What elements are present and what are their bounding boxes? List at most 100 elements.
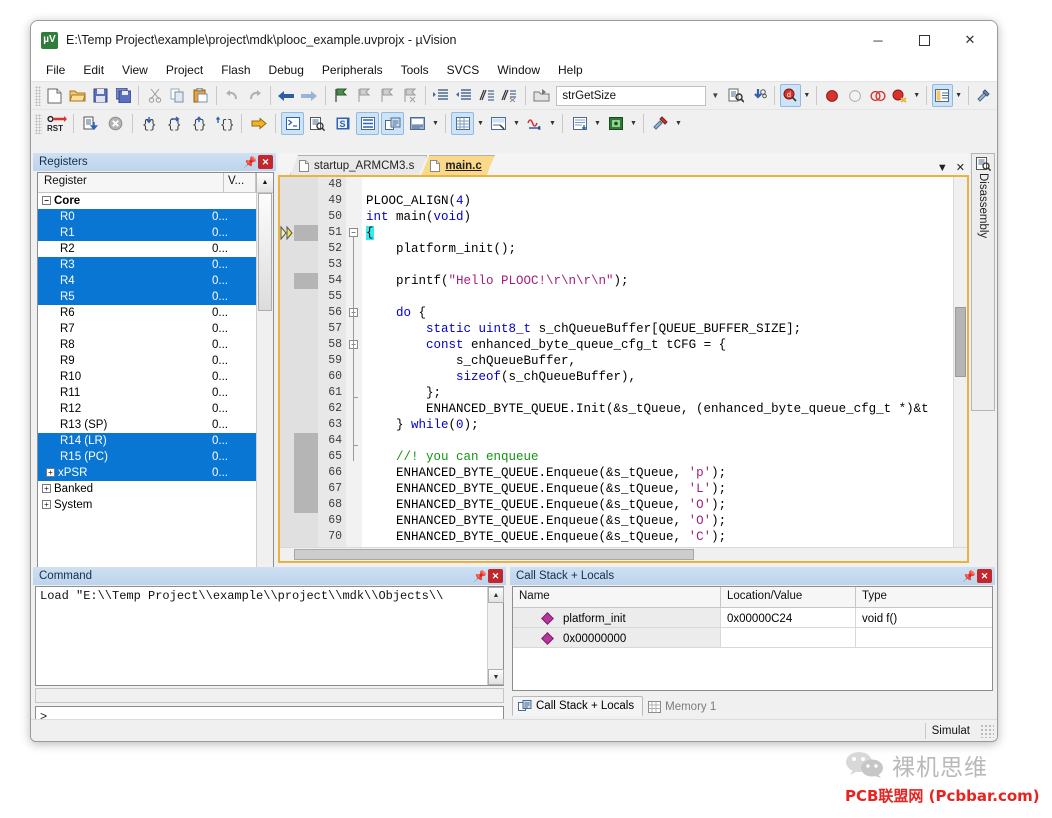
editor-code-line[interactable]: } while(0); (366, 417, 479, 433)
editor-debug-margin[interactable] (280, 177, 294, 561)
insert-breakpoint-marker-icon[interactable] (748, 84, 769, 107)
menu-view[interactable]: View (113, 61, 157, 79)
breakpoint-list-icon[interactable] (890, 84, 911, 107)
register-row[interactable]: + System (38, 497, 256, 513)
call-stack-row[interactable]: platform_init 0x00000C24 void f() (513, 608, 992, 628)
register-row[interactable]: R2 0... (38, 241, 256, 257)
bookmark-toggle-icon[interactable] (331, 84, 352, 107)
register-row[interactable]: R5 0... (38, 289, 256, 305)
pin-icon[interactable]: 📌 (961, 568, 977, 584)
uncomment-lines-icon[interactable] (499, 84, 520, 107)
column-location-value[interactable]: Location/Value (721, 587, 856, 607)
navigate-back-icon[interactable] (276, 84, 297, 107)
chevron-down-icon[interactable]: ▼ (937, 162, 948, 174)
editor-code-line[interactable]: ENHANCED_BYTE_QUEUE.Enqueue(&s_tQueue, '… (366, 497, 726, 513)
editor-code-line[interactable]: ENHANCED_BYTE_QUEUE.Enqueue(&s_tQueue, '… (366, 481, 726, 497)
plus-box-icon[interactable]: + (42, 500, 51, 510)
register-row[interactable]: R9 0... (38, 353, 256, 369)
editor-code-line[interactable]: const enhanced_byte_queue_cfg_t tCFG = { (366, 337, 726, 353)
menu-window[interactable]: Window (488, 61, 549, 79)
editor-tab-startup[interactable]: startup_ARMCM3.s (290, 155, 427, 175)
menu-help[interactable]: Help (549, 61, 592, 79)
editor-code-line[interactable]: PLOOC_ALIGN(4) (366, 193, 471, 209)
run-to-cursor-icon[interactable]: {} (213, 112, 236, 135)
copy-icon[interactable] (167, 84, 188, 107)
chevron-down-icon[interactable]: ▼ (802, 84, 812, 107)
bookmark-marker-icon[interactable] (531, 84, 552, 107)
disassembly-window-icon[interactable] (306, 112, 329, 135)
menu-debug[interactable]: Debug (260, 61, 313, 79)
step-into-icon[interactable]: {} (138, 112, 161, 135)
editor-fold-margin[interactable]: −−− (346, 177, 362, 561)
symbol-search-combo[interactable]: strGetSize ▼ (552, 85, 724, 106)
column-register[interactable]: Register (38, 173, 224, 192)
menu-tools[interactable]: Tools (392, 61, 438, 79)
command-output[interactable]: Load "E:\\Temp Project\\example\\project… (35, 586, 504, 686)
indent-right-icon[interactable] (431, 84, 452, 107)
undo-icon[interactable] (222, 84, 243, 107)
editor-code-line[interactable]: { (366, 225, 374, 241)
disable-breakpoint-icon[interactable] (844, 84, 865, 107)
scroll-up-arrow-icon[interactable]: ▲ (256, 173, 273, 192)
editor-code-area[interactable]: PLOOC_ALIGN(4) int main(void){ platform_i… (362, 177, 967, 561)
editor-code-line[interactable]: ENHANCED_BYTE_QUEUE.Enqueue(&s_tQueue, '… (366, 513, 726, 529)
paste-icon[interactable] (190, 84, 211, 107)
symbol-search-input[interactable]: strGetSize (556, 85, 707, 106)
chevron-down-icon[interactable]: ▼ (430, 112, 441, 135)
step-out-icon[interactable]: {} (188, 112, 211, 135)
maximize-button[interactable] (901, 21, 947, 59)
menu-project[interactable]: Project (157, 61, 212, 79)
new-file-icon[interactable] (44, 84, 65, 107)
editor-code-line[interactable]: printf("Hello PLOOC!\r\n\r\n"); (366, 273, 629, 289)
project-window-icon[interactable] (931, 84, 953, 107)
register-row[interactable]: R6 0... (38, 305, 256, 321)
scrollbar-thumb[interactable] (258, 193, 272, 311)
command-vertical-scrollbar[interactable]: ▲ ▼ (487, 587, 504, 685)
editor-code-line[interactable]: sizeof(s_chQueueBuffer), (366, 369, 636, 385)
save-all-icon[interactable] (113, 84, 134, 107)
editor-code-line[interactable]: ENHANCED_BYTE_QUEUE.Enqueue(&s_tQueue, '… (366, 465, 726, 481)
resize-grip-icon[interactable] (980, 723, 994, 738)
register-row[interactable]: R0 0... (38, 209, 256, 225)
disassembly-side-tab[interactable]: Disassembly (971, 153, 995, 411)
toolbar-grip[interactable] (35, 113, 42, 134)
column-type[interactable]: Type (856, 587, 992, 607)
close-icon[interactable]: ✕ (258, 155, 273, 169)
chevron-down-icon[interactable]: ▼ (628, 112, 639, 135)
close-icon[interactable]: ✕ (977, 569, 992, 583)
register-row[interactable]: R12 0... (38, 401, 256, 417)
kill-all-breakpoints-icon[interactable] (867, 84, 888, 107)
close-button[interactable]: ✕ (947, 21, 993, 59)
chevron-down-icon[interactable]: ▼ (912, 84, 922, 107)
manage-project-icon[interactable] (604, 112, 627, 135)
bookmark-clear-icon[interactable] (399, 84, 420, 107)
editor-tab-main[interactable]: main.c (421, 155, 494, 175)
debug-session-icon[interactable]: d (779, 84, 801, 107)
chevron-down-icon[interactable]: ▼ (592, 112, 603, 135)
memory-window-icon[interactable] (451, 112, 474, 135)
options-for-target-icon[interactable] (649, 112, 672, 135)
editor-code-line[interactable]: do { (366, 305, 426, 321)
tab-call-stack-locals[interactable]: Call Stack + Locals (512, 696, 644, 716)
bookmark-prev-icon[interactable] (353, 84, 374, 107)
register-row[interactable]: R15 (PC) 0... (38, 449, 256, 465)
options-target-icon[interactable] (973, 84, 994, 107)
editor-code-line[interactable]: platform_init(); (366, 241, 516, 257)
scroll-up-arrow-icon[interactable]: ▲ (488, 587, 504, 603)
column-value[interactable]: V... (224, 173, 256, 192)
register-row[interactable]: R1 0... (38, 225, 256, 241)
editor-code-line[interactable]: int main(void) (366, 209, 471, 225)
open-file-icon[interactable] (67, 84, 88, 107)
editor-code-line[interactable]: }; (366, 385, 441, 401)
close-icon[interactable]: ✕ (488, 569, 503, 583)
close-icon[interactable]: ✕ (956, 161, 965, 174)
watch-window-icon[interactable] (406, 112, 429, 135)
chevron-down-icon[interactable]: ▼ (475, 112, 486, 135)
editor-bookmark-margin[interactable] (294, 177, 318, 561)
pin-icon[interactable]: 📌 (472, 568, 488, 584)
register-row[interactable]: + Banked (38, 481, 256, 497)
serial-window-icon[interactable] (487, 112, 510, 135)
minus-box-icon[interactable]: − (42, 196, 51, 206)
chevron-down-icon[interactable]: ▼ (547, 112, 558, 135)
navigate-forward-icon[interactable] (299, 84, 320, 107)
